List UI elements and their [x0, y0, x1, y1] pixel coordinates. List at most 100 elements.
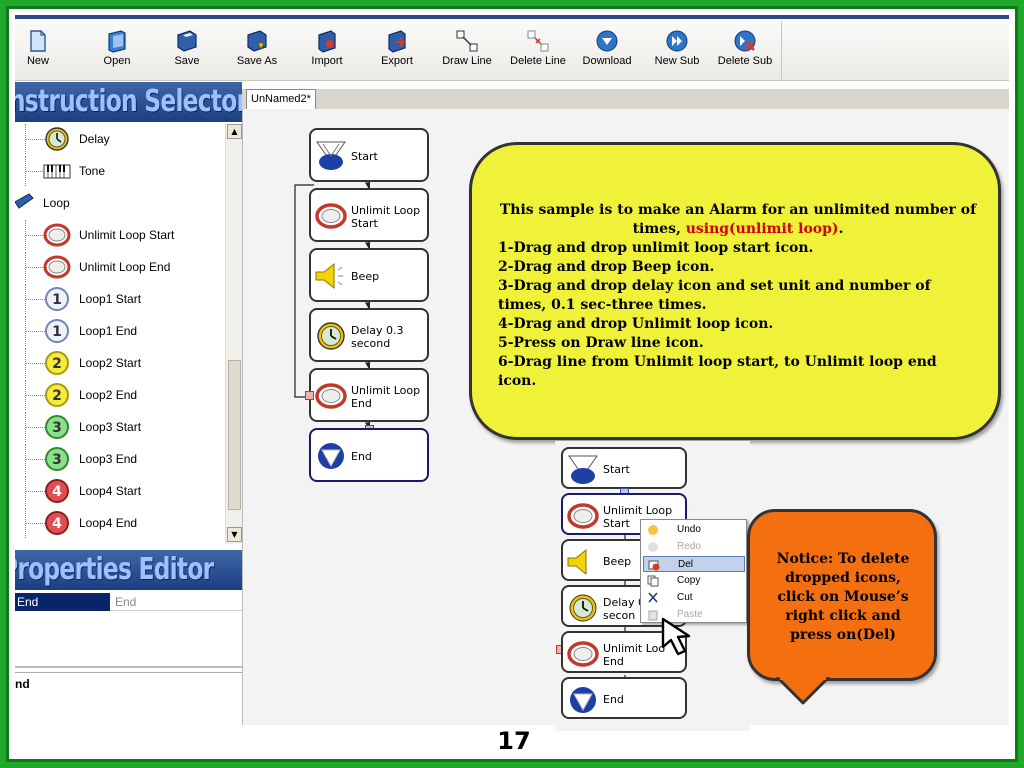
tree-item-loop1-start[interactable]: 1 Loop1 Start	[15, 284, 225, 314]
property-description: nd	[15, 672, 242, 732]
flow-node-beep[interactable]: Beep	[309, 248, 429, 302]
loop-2-icon: 2	[45, 351, 69, 375]
tree-item-loop2-start[interactable]: 2 Loop2 Start	[15, 348, 225, 378]
loop-4-icon: 4	[45, 479, 69, 503]
flow-node-end[interactable]: End	[309, 428, 429, 482]
save-button[interactable]: Save	[167, 29, 207, 75]
mouse-cursor-icon	[661, 617, 691, 656]
callout-step: 5-Press on Draw line icon.	[498, 335, 704, 351]
tree-item-label: Tone	[79, 164, 106, 178]
callout-step: 3-Drag and drop delay icon and set unit …	[498, 278, 931, 313]
tree-item-label: Unlimit Loop Start	[79, 228, 175, 242]
save-button-label: Save	[174, 55, 200, 67]
svg-text:1: 1	[52, 292, 62, 308]
property-value[interactable]: End	[112, 593, 240, 611]
example-node-end[interactable]: End	[561, 677, 687, 719]
tree-item-loop3-end[interactable]: 3 Loop3 End	[15, 444, 225, 474]
notice-callout: Notice: To delete dropped icons, click o…	[747, 509, 937, 681]
callout-step: 4-Drag and drop Unlimit loop icon.	[498, 316, 774, 332]
menu-item-copy[interactable]: Copy	[643, 573, 745, 589]
delete-sub-icon	[734, 30, 756, 52]
svg-text:4: 4	[52, 484, 62, 500]
undo-icon	[648, 525, 658, 535]
tree-item-loop3-start[interactable]: 3 Loop3 Start	[15, 412, 225, 442]
title-bar-strip	[15, 15, 1009, 19]
example-node-start[interactable]: Start	[561, 447, 687, 489]
download-button[interactable]: Download	[581, 29, 633, 75]
flow-node-start[interactable]: Start	[309, 128, 429, 182]
scroll-thumb[interactable]	[228, 360, 241, 510]
save-as-button[interactable]: Save As	[233, 29, 281, 75]
tab-unnamed2[interactable]: UnNamed2*	[246, 89, 316, 109]
new-button-label: New	[26, 55, 49, 67]
menu-item-undo[interactable]: Undo	[643, 522, 745, 538]
speaker-icon	[567, 548, 587, 576]
tree-item-tone[interactable]: Tone	[15, 156, 225, 186]
new-sub-button[interactable]: New Sub	[653, 29, 701, 75]
end-icon	[570, 687, 596, 713]
loop-ring-icon	[43, 255, 71, 279]
new-button[interactable]: New	[21, 29, 55, 75]
tree-item-delay[interactable]: Delay	[15, 124, 225, 154]
delete-line-button-label: Delete Line	[510, 55, 566, 67]
flow-node-label: Delay 0.3 second	[351, 324, 404, 350]
delete-line-icon	[527, 30, 549, 52]
import-button-label: Import	[311, 55, 343, 67]
svg-text:3: 3	[52, 452, 62, 468]
tree-item-label: Loop4 Start	[79, 484, 142, 498]
notice-text: Notice: To delete dropped icons, click o…	[776, 551, 910, 643]
clock-icon	[317, 322, 345, 350]
tree-scrollbar[interactable]: ▲ ▼	[225, 124, 242, 544]
loop-3-icon: 3	[45, 447, 69, 471]
svg-text:1: 1	[52, 324, 62, 340]
scroll-up-arrow[interactable]: ▲	[227, 124, 242, 139]
tree-item-unlimit-loop-start[interactable]: Unlimit Loop Start	[15, 220, 225, 250]
menu-item-cut[interactable]: Cut	[643, 590, 745, 606]
flow-node-label: Beep	[351, 270, 380, 283]
scroll-down-arrow[interactable]: ▼	[227, 527, 242, 542]
draw-line-button-label: Draw Line	[442, 55, 492, 67]
svg-text:4: 4	[52, 516, 62, 532]
property-row[interactable]: End End	[15, 593, 242, 611]
callout-step: 6-Drag line from Unlimit loop start, to …	[498, 354, 937, 389]
flow-node-unlimit-loop-start[interactable]: Unlimit Loop Start	[309, 188, 429, 242]
example-node-label: Start	[603, 463, 630, 476]
clock-icon	[569, 594, 597, 622]
draw-line-icon	[456, 30, 478, 52]
export-button[interactable]: Export	[375, 29, 419, 75]
draw-line-button[interactable]: Draw Line	[441, 29, 493, 75]
slide-frame: New Open Save Save As Import Export Draw…	[6, 6, 1018, 762]
instructions-callout: This sample is to make an Alarm for an u…	[469, 142, 1001, 440]
tree-item-loop4-end[interactable]: 4 Loop4 End	[15, 508, 225, 538]
export-button-label: Export	[381, 55, 413, 67]
open-folder-icon	[108, 30, 126, 53]
slide-number: 17	[497, 727, 531, 755]
tree-item-loop2-end[interactable]: 2 Loop2 End	[15, 380, 225, 410]
delete-icon	[648, 560, 660, 571]
clock-icon	[45, 127, 69, 151]
flow-node-label: Unlimit Loop Start	[351, 204, 421, 230]
document-tabbar: UnNamed2*	[242, 89, 1009, 109]
delete-sub-button[interactable]: Delete Sub	[717, 29, 773, 75]
open-button[interactable]: Open	[97, 29, 137, 75]
connection-port[interactable]	[305, 391, 314, 400]
menu-item-redo[interactable]: Redo	[643, 539, 745, 555]
flow-node-delay[interactable]: Delay 0.3 second	[309, 308, 429, 362]
property-name: End	[15, 593, 110, 611]
tree-item-loop[interactable]: Loop	[15, 188, 225, 218]
instruction-tree: Delay Tone Loop Unlimit Loop Start Unlim…	[15, 124, 225, 544]
tree-item-loop4-start[interactable]: 4 Loop4 Start	[15, 476, 225, 506]
delete-line-button[interactable]: Delete Line	[509, 29, 567, 75]
tree-item-label: Loop1 Start	[79, 292, 142, 306]
loop-folder-icon	[15, 193, 34, 209]
menu-item-del[interactable]: Del	[643, 556, 745, 572]
notice-callout-pointer	[775, 677, 831, 705]
toolbar: New Open Save Save As Import Export Draw…	[15, 15, 1009, 81]
open-button-label: Open	[103, 55, 131, 67]
tree-item-loop1-end[interactable]: 1 Loop1 End	[15, 316, 225, 346]
context-menu: Undo Redo Del Copy Cut Paste	[640, 519, 747, 623]
flow-node-unlimit-loop-end[interactable]: Unlimit Loop End	[309, 368, 429, 422]
import-button[interactable]: Import	[305, 29, 349, 75]
tree-item-unlimit-loop-end[interactable]: Unlimit Loop End	[15, 252, 225, 282]
redo-icon	[648, 542, 658, 552]
